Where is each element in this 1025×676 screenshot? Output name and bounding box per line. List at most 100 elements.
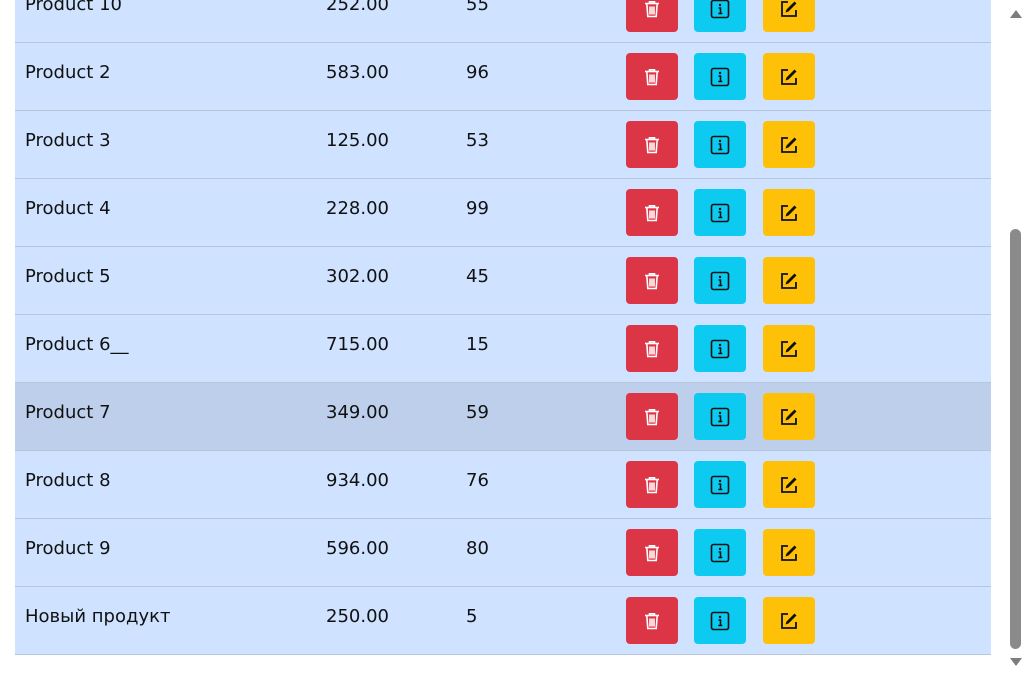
delete-button[interactable] (626, 189, 678, 236)
info-button[interactable] (694, 257, 746, 304)
trash-icon (645, 0, 659, 17)
edit-button[interactable] (763, 325, 815, 372)
product-price: 583.00 (326, 62, 389, 83)
info-button[interactable] (694, 461, 746, 508)
product-quantity: 45 (466, 266, 489, 287)
product-name: Product 3 (25, 130, 111, 151)
delete-button[interactable] (626, 121, 678, 168)
edit-icon (781, 136, 797, 153)
table-row: Product 8 934.00 76 (15, 451, 991, 519)
delete-button[interactable] (626, 597, 678, 644)
edit-icon (781, 476, 797, 493)
product-quantity: 5 (466, 606, 478, 627)
product-quantity: 76 (466, 470, 489, 491)
edit-icon (781, 544, 797, 561)
table-row: Product 7 349.00 59 (15, 383, 991, 451)
info-icon (710, 67, 730, 86)
trash-icon (645, 272, 659, 289)
scrollbar-thumb[interactable] (1010, 229, 1021, 649)
info-button[interactable] (694, 529, 746, 576)
edit-icon (781, 272, 797, 289)
product-quantity: 53 (466, 130, 489, 151)
product-quantity: 96 (466, 62, 489, 83)
trash-icon (645, 612, 659, 629)
edit-icon (781, 340, 797, 357)
scroll-down-arrow-icon[interactable] (1010, 658, 1022, 666)
info-button[interactable] (694, 53, 746, 100)
table-row: Product 2 583.00 96 (15, 43, 991, 111)
product-price: 596.00 (326, 538, 389, 559)
table-row: Product 5 302.00 45 (15, 247, 991, 315)
product-quantity: 15 (466, 334, 489, 355)
product-price: 934.00 (326, 470, 389, 491)
info-icon (710, 543, 730, 562)
edit-button[interactable] (763, 0, 815, 32)
product-price: 228.00 (326, 198, 389, 219)
delete-button[interactable] (626, 325, 678, 372)
info-icon (710, 611, 730, 630)
product-price: 302.00 (326, 266, 389, 287)
product-name: Product 10 (25, 0, 122, 15)
table-row: Новый продукт 250.00 5 (15, 587, 991, 655)
info-icon (710, 407, 730, 426)
edit-icon (781, 204, 797, 221)
trash-icon (645, 476, 659, 493)
info-button[interactable] (694, 597, 746, 644)
product-price: 349.00 (326, 402, 389, 423)
product-name: Product 7 (25, 402, 111, 423)
table-row: Product 3 125.00 53 (15, 111, 991, 179)
info-icon (710, 271, 730, 290)
delete-button[interactable] (626, 393, 678, 440)
trash-icon (645, 340, 659, 357)
product-name: Новый продукт (25, 606, 171, 627)
delete-button[interactable] (626, 461, 678, 508)
table-row: Product 6__ 715.00 15 (15, 315, 991, 383)
edit-button[interactable] (763, 53, 815, 100)
info-icon (710, 135, 730, 154)
edit-icon (781, 612, 797, 629)
trash-icon (645, 544, 659, 561)
edit-button[interactable] (763, 121, 815, 168)
scroll-up-arrow-icon[interactable] (1010, 10, 1022, 18)
table-row: Product 9 596.00 80 (15, 519, 991, 587)
edit-button[interactable] (763, 461, 815, 508)
trash-icon (645, 136, 659, 153)
product-price: 250.00 (326, 606, 389, 627)
info-button[interactable] (694, 189, 746, 236)
edit-icon (781, 408, 797, 425)
table-row: Product 4 228.00 99 (15, 179, 991, 247)
edit-button[interactable] (763, 393, 815, 440)
edit-button[interactable] (763, 189, 815, 236)
delete-button[interactable] (626, 257, 678, 304)
table-row: Product 10 252.00 55 (15, 0, 991, 43)
product-name: Product 8 (25, 470, 111, 491)
product-name: Product 2 (25, 62, 111, 83)
info-button[interactable] (694, 0, 746, 32)
edit-button[interactable] (763, 529, 815, 576)
product-name: Product 4 (25, 198, 111, 219)
products-table: Product 10 252.00 55 Product 2 583.00 96 (15, 0, 991, 655)
product-price: 715.00 (326, 334, 389, 355)
trash-icon (645, 408, 659, 425)
delete-button[interactable] (626, 529, 678, 576)
info-button[interactable] (694, 325, 746, 372)
delete-button[interactable] (626, 0, 678, 32)
product-quantity: 99 (466, 198, 489, 219)
delete-button[interactable] (626, 53, 678, 100)
info-button[interactable] (694, 121, 746, 168)
info-icon (710, 339, 730, 358)
product-name: Product 9 (25, 538, 111, 559)
info-button[interactable] (694, 393, 746, 440)
trash-icon (645, 204, 659, 221)
window-border (0, 0, 2, 676)
edit-icon (781, 68, 797, 85)
info-icon (710, 475, 730, 494)
product-quantity: 55 (466, 0, 489, 15)
edit-button[interactable] (763, 257, 815, 304)
vertical-scrollbar[interactable] (1006, 0, 1025, 676)
edit-button[interactable] (763, 597, 815, 644)
product-price: 125.00 (326, 130, 389, 151)
product-quantity: 80 (466, 538, 489, 559)
info-icon (710, 0, 730, 18)
info-icon (710, 203, 730, 222)
